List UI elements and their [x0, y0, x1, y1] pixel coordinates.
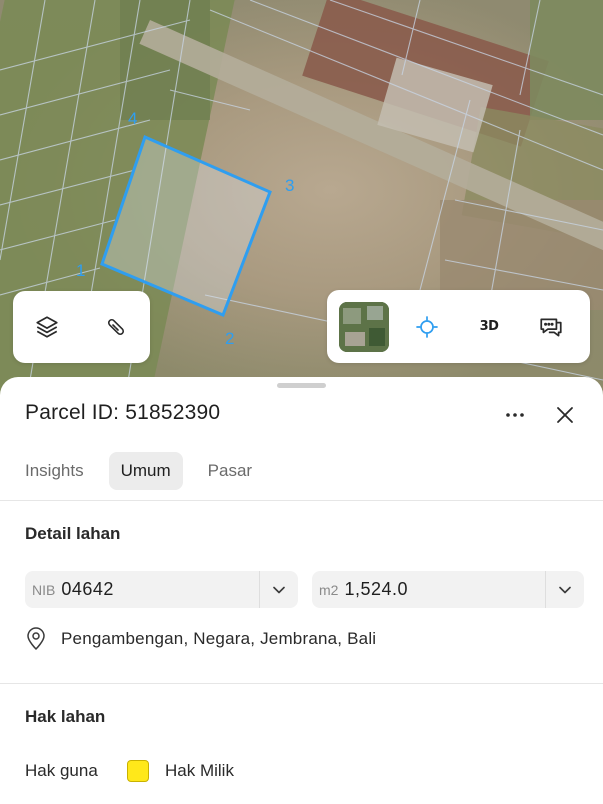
parcel-vertex-label: 1	[76, 261, 85, 280]
map-tools-right: 3D	[327, 290, 590, 363]
3d-button[interactable]: 3D	[466, 304, 512, 350]
map-view[interactable]: 1 2 3 4 3D	[0, 0, 603, 400]
3d-label: 3D	[479, 319, 499, 334]
ruler-measure-icon	[107, 318, 124, 336]
nib-dropdown-toggle[interactable]	[259, 571, 298, 608]
tab-bar: Insights Umum Pasar	[13, 452, 277, 490]
address-text: Pengambengan, Negara, Jembrana, Bali	[61, 629, 377, 648]
nib-value: 04642	[61, 579, 114, 599]
rights-label: Hak guna	[25, 761, 98, 780]
nib-prefix: NIB	[32, 581, 56, 598]
measure-button[interactable]	[93, 304, 139, 350]
satellite-thumbnail-button[interactable]	[339, 301, 389, 352]
chevron-down-icon	[559, 586, 571, 593]
area-value: 1,524.0	[344, 579, 409, 599]
close-button[interactable]	[551, 401, 579, 429]
rights-row: Hak guna Hak Milik	[25, 760, 234, 782]
area-select[interactable]: m2 1,524.0	[312, 571, 584, 608]
chevron-down-icon	[273, 586, 285, 593]
divider	[0, 683, 603, 684]
locate-crosshair-icon	[416, 315, 438, 338]
map-tools-left	[13, 291, 150, 363]
area-unit: m2	[319, 581, 339, 598]
layers-icon	[36, 316, 58, 338]
nib-select[interactable]: NIB 04642	[25, 571, 298, 608]
parcel-detail-sheet: Parcel ID: 51852390 Insights Umum Pasar …	[0, 377, 603, 804]
locate-button[interactable]	[404, 304, 450, 350]
rights-color-swatch	[127, 760, 149, 782]
page-title: Parcel ID: 51852390	[25, 401, 221, 424]
tab-umum[interactable]: Umum	[108, 452, 183, 490]
close-icon	[557, 407, 573, 423]
tab-pasar[interactable]: Pasar	[196, 452, 264, 490]
more-horizontal-icon	[506, 413, 524, 417]
parcel-vertex-label: 3	[285, 176, 294, 195]
address-row: Pengambengan, Negara, Jembrana, Bali	[25, 627, 376, 651]
area-dropdown-toggle[interactable]	[545, 571, 584, 608]
tab-insights[interactable]: Insights	[13, 452, 96, 490]
location-pin-icon	[27, 627, 45, 651]
rights-value: Hak Milik	[165, 761, 234, 780]
section-title-rights: Hak lahan	[25, 707, 106, 726]
parcel-vertex-label: 2	[225, 329, 234, 348]
more-options-button[interactable]	[500, 401, 530, 429]
parcel-vertex-label: 4	[128, 109, 137, 128]
chat-bubble-icon	[540, 318, 562, 337]
chat-button[interactable]	[528, 304, 574, 350]
divider	[0, 500, 603, 501]
sheet-drag-handle[interactable]	[277, 383, 326, 388]
section-title-detail: Detail lahan	[25, 524, 121, 543]
layers-button[interactable]	[24, 304, 70, 350]
